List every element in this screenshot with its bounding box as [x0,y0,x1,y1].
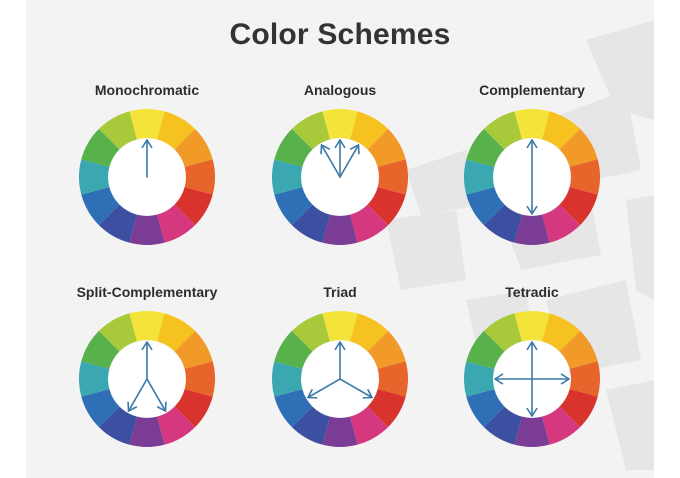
scheme-tetradic: Tetradic [432,282,632,450]
color-wheel [79,109,215,245]
color-wheel [79,311,215,447]
scheme-label: Monochromatic [94,82,200,98]
scheme-label: Analogous [303,82,377,98]
scheme-label: Triad [323,284,357,300]
color-wheel [272,311,408,447]
scheme-split-complementary: Split-Complementary [47,282,247,450]
scheme-label: Tetradic [505,284,559,300]
color-wheel [272,109,408,245]
scheme-label: Complementary [479,82,585,98]
scheme-monochromatic: Monochromatic [47,80,247,248]
page-title: Color Schemes [229,18,451,51]
scheme-triad: Triad [240,282,440,450]
color-wheel [464,109,600,245]
color-wheel [464,311,600,447]
scheme-label: Split-Complementary [76,284,218,300]
scheme-complementary: Complementary [432,80,632,248]
scheme-analogous: Analogous [240,80,440,248]
